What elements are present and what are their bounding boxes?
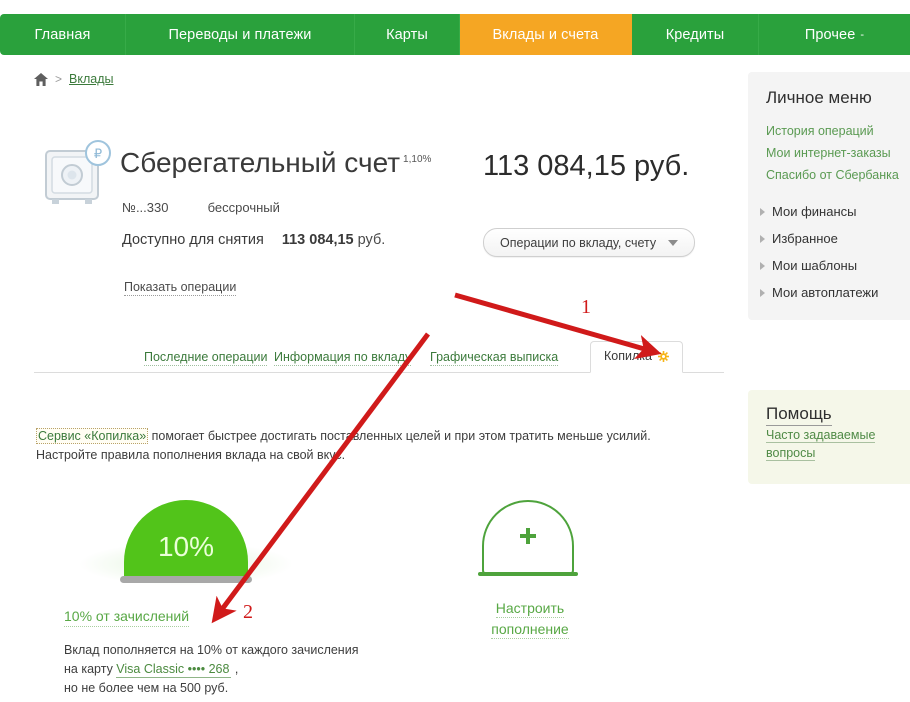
note-text-part3: но не более чем на 500 руб. [64, 681, 229, 695]
nav-item-deposits[interactable]: Вклады и счета [460, 14, 632, 55]
account-title: Сберегательный счет 1,10% [120, 147, 431, 179]
sidebar-item-label: Мои финансы [772, 204, 857, 219]
chevron-right-icon [760, 207, 765, 216]
tab-deposit-info[interactable]: Информация по вкладу [274, 350, 412, 366]
operations-dropdown-label: Операции по вкладу, счету [500, 235, 657, 250]
nav-item-label: Вклады и счета [492, 26, 599, 43]
account-number: №...330 [122, 200, 169, 215]
add-rule-label-line2: пополнение [491, 621, 569, 639]
sidebar-item-label: Избранное [772, 231, 838, 246]
account-subline: №...330 бессрочный [122, 200, 280, 215]
account-balance: 113 084,15 руб. [483, 150, 690, 182]
add-rule-label[interactable]: Настроить пополнение [455, 598, 605, 640]
show-operations-link[interactable]: Показать операции [124, 280, 237, 296]
sidebar-link-operations-history[interactable]: История операций [748, 120, 910, 142]
account-available-row: Доступно для снятия 113 084,15 руб. [122, 232, 385, 248]
add-rule-widget[interactable]: Настроить пополнение [455, 500, 605, 640]
add-rule-label-line1: Настроить [495, 600, 565, 618]
chevron-right-icon [760, 288, 765, 297]
dome-base [120, 576, 252, 583]
help-panel: Помощь Часто задаваемые вопросы [748, 390, 910, 484]
nav-item-label: Прочее [804, 26, 856, 43]
nav-item-label: Карты [386, 26, 428, 43]
percent-dome[interactable]: 10% [78, 500, 294, 592]
chevron-down-icon [668, 239, 679, 246]
nav-item-label: Главная [34, 26, 91, 43]
service-description: Сервис «Копилка» помогает быстрее достиг… [36, 427, 706, 465]
tab-label: Последние операции [144, 350, 268, 364]
operations-dropdown-button[interactable]: Операции по вкладу, счету [483, 228, 696, 257]
tab-label: Информация по вкладу [274, 350, 412, 364]
nav-item-label: Переводы и платежи [168, 26, 312, 43]
sidebar-link-internet-orders[interactable]: Мои интернет-заказы [748, 142, 910, 164]
nav-item-cards[interactable]: Карты [355, 14, 460, 55]
percent-rule-note: Вклад пополняется на 10% от каждого зачи… [64, 641, 364, 698]
add-rule-dome [478, 500, 578, 584]
tab-bar: Последние операции Информация по вкладу … [34, 335, 724, 373]
help-title[interactable]: Помощь [766, 404, 832, 426]
personal-menu-panel: Личное меню История операций Мои интерне… [748, 72, 910, 320]
sidebar-divider [748, 186, 910, 198]
top-navigation: Главная Переводы и платежи Карты Вклады … [0, 14, 910, 55]
dome-outline-base [478, 572, 578, 576]
nav-item-main[interactable]: Главная [0, 14, 126, 55]
available-amount: 113 084,15 [281, 232, 354, 248]
account-term: бессрочный [207, 200, 280, 215]
card-link-visa[interactable]: Visa Classic •••• 268 [116, 662, 232, 678]
breadcrumb-link-deposits[interactable]: Вклады [69, 72, 113, 86]
chevron-right-icon [760, 261, 765, 270]
safe-icon: ₽ [44, 139, 116, 209]
sidebar-item-favorites[interactable]: Избранное [748, 225, 910, 252]
help-faq-link[interactable]: Часто задаваемые вопросы [766, 428, 876, 461]
sidebar-item-label: Мои шаблоны [772, 258, 858, 273]
sidebar-item-label: Мои автоплатежи [772, 285, 879, 300]
svg-text:₽: ₽ [94, 146, 102, 161]
nav-item-transfers[interactable]: Переводы и платежи [126, 14, 355, 55]
tab-label: Графическая выписка [430, 350, 559, 364]
percent-rule-link[interactable]: 10% от зачислений [64, 608, 190, 627]
percent-rule-widget: 10% 10% от зачислений Вклад пополняется … [64, 500, 358, 698]
note-text-part2: , [231, 662, 239, 676]
kopilka-service-link[interactable]: Сервис «Копилка» [36, 428, 149, 444]
sidebar-item-my-finances[interactable]: Мои финансы [748, 198, 910, 225]
sidebar-link-spasibo[interactable]: Спасибо от Сбербанка [748, 164, 910, 186]
tab-graphic-statement[interactable]: Графическая выписка [430, 350, 559, 366]
sidebar-item-templates[interactable]: Мои шаблоны [748, 252, 910, 279]
available-label: Доступно для снятия [122, 232, 264, 248]
personal-menu-title: Личное меню [766, 88, 872, 107]
account-rate: 1,10% [403, 153, 432, 165]
nav-item-other[interactable]: Прочее - [759, 14, 910, 55]
home-icon[interactable] [34, 72, 48, 86]
chevron-right-icon [760, 234, 765, 243]
tab-last-operations[interactable]: Последние операции [144, 350, 268, 366]
page-root: Главная Переводы и платежи Карты Вклады … [0, 0, 910, 702]
sidebar-item-autopayments[interactable]: Мои автоплатежи [748, 279, 910, 306]
plus-icon [520, 528, 536, 544]
nav-item-label: Кредиты [665, 26, 725, 43]
breadcrumb-separator: > [55, 72, 63, 86]
nav-item-credits[interactable]: Кредиты [632, 14, 759, 55]
account-title-text: Сберегательный счет [120, 147, 401, 178]
tab-label: Копилка [604, 349, 652, 363]
annotation-marker-1: 1 [581, 296, 591, 318]
dome-shape: 10% [124, 500, 248, 582]
gear-icon [657, 350, 669, 362]
breadcrumb: > Вклады [34, 72, 114, 86]
available-currency: руб. [357, 232, 386, 248]
chevron-down-icon: - [860, 28, 865, 41]
tab-kopilka[interactable]: Копилка [590, 341, 683, 373]
percent-value: 10% [157, 531, 215, 562]
